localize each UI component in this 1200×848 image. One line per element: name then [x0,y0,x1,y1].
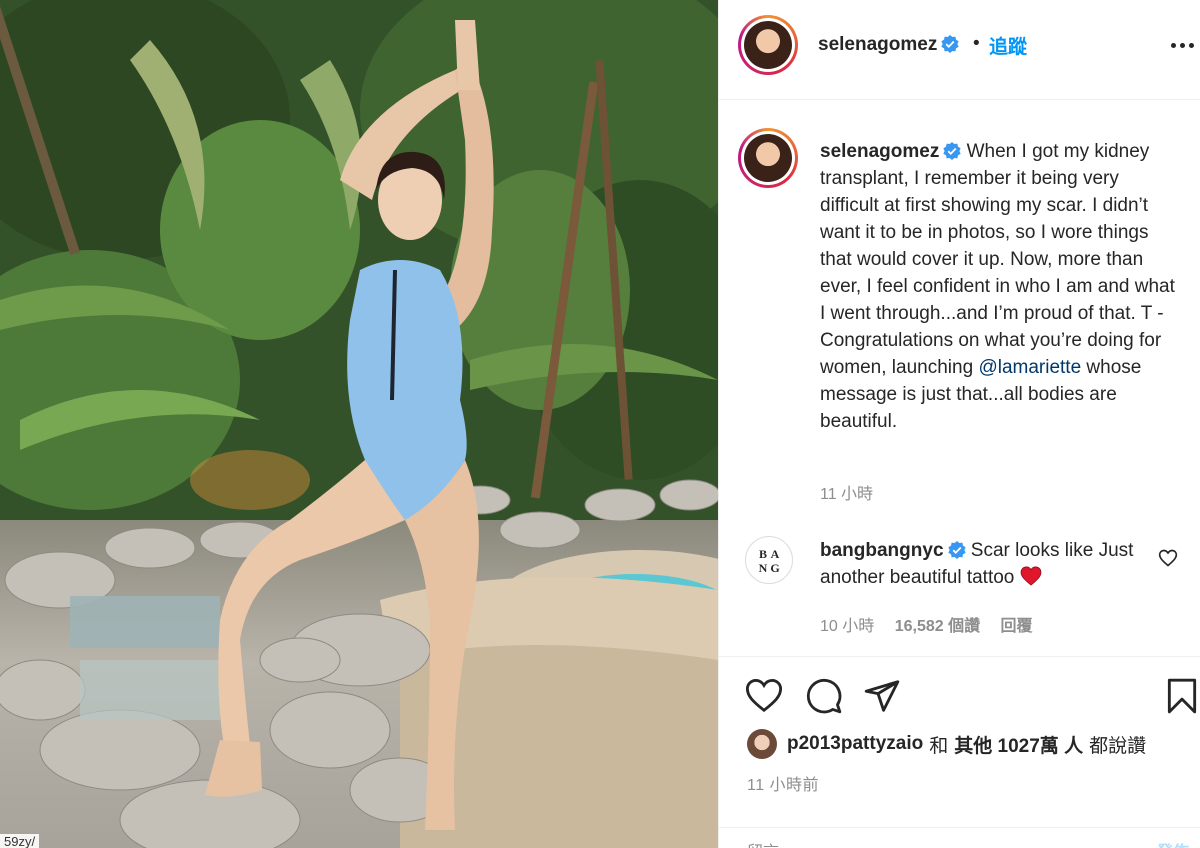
liked-by-row: p2013pattyzaio 和 其他 1027萬 人 都說讚 [747,729,1146,759]
verified-badge-icon [947,541,966,559]
post-header: selenagomez • 追蹤 [719,0,1200,100]
red-heart-emoji-icon [1020,566,1042,586]
commenter-username[interactable]: bangbangnyc [820,540,944,561]
liked-by-join: 和 [929,735,949,757]
add-comment-bar: 留言…… 發佈 [719,827,1200,848]
liker-avatar[interactable] [747,729,777,759]
post-details-panel: selenagomez • 追蹤 selenagomez When I got … [718,0,1200,848]
caption-mention-link[interactable]: @lamariette [978,357,1081,378]
author-username-row: selenagomez [818,34,959,56]
comment-item: B A N G bangbangnyc Scar looks like Just… [719,530,1200,640]
header-separator: • [973,33,980,54]
author-username[interactable]: selenagomez [818,34,937,55]
logo-letter: A [770,547,780,561]
liked-by-user[interactable]: p2013pattyzaio [787,733,923,755]
comment-meta: 10 小時 16,582 個讚 回覆 [820,612,1049,636]
reply-button[interactable]: 回覆 [1001,618,1033,635]
caption-text: selenagomez When I got my kidney transpl… [820,138,1182,435]
logo-letter: G [770,561,780,575]
post-actions: p2013pattyzaio 和 其他 1027萬 人 都說讚 11 小時前 留… [719,656,1200,848]
save-bookmark-icon[interactable] [1163,677,1200,715]
caption-time: 11 小時 [820,486,874,503]
logo-letter: N [758,561,768,575]
comment-time: 10 小時 [820,618,875,635]
comment-text: bangbangnyc Scar looks like Just another… [820,537,1140,591]
photo-illustration [0,0,718,848]
caption-avatar[interactable] [738,128,798,188]
post-timestamp[interactable]: 11 小時前 [747,771,819,795]
caption-body-start: When I got my kidney transplant, I remem… [820,141,1175,378]
like-heart-icon[interactable] [745,677,783,715]
verified-badge-icon [941,35,959,53]
verified-badge-icon [943,142,961,160]
share-send-icon[interactable] [863,677,901,715]
author-avatar[interactable] [738,15,798,75]
comment-bubble-icon[interactable] [805,677,843,715]
liked-by-others[interactable]: 其他 1027萬 人 [954,731,1083,758]
liked-by-suffix: 都說讚 [1089,735,1147,757]
comment-likes[interactable]: 16,582 個讚 [895,618,980,635]
follow-button[interactable]: 追蹤 [989,32,1027,59]
photo-corner-text: 59zy/ [0,834,40,848]
post-photo[interactable]: 59zy/ [0,0,718,848]
comment-input[interactable]: 留言…… [747,838,811,848]
post-comment-button[interactable]: 發佈 [1157,838,1189,848]
logo-letter: B [758,547,767,561]
more-options-icon[interactable] [1171,38,1195,52]
comment-like-heart-icon[interactable] [1158,548,1178,568]
caption-username[interactable]: selenagomez [820,141,939,162]
commenter-avatar[interactable]: B A N G [745,536,793,584]
